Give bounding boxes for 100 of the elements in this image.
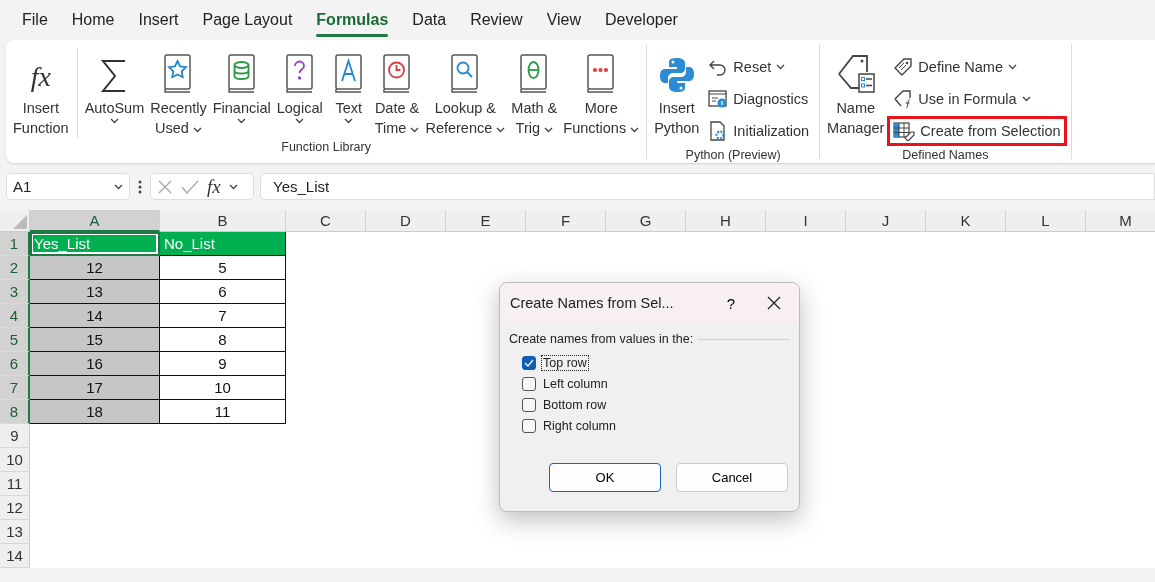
table-cell: No_List	[160, 232, 286, 256]
row-header[interactable]: 10	[0, 448, 30, 472]
column-header[interactable]: G	[606, 210, 686, 232]
table-cell: 15	[30, 328, 160, 352]
checkbox[interactable]	[522, 356, 536, 370]
column-header[interactable]: C	[286, 210, 366, 232]
book-icon	[163, 54, 194, 94]
table-cell: 12	[30, 256, 160, 280]
dropdown-caret-icon	[544, 127, 554, 133]
ribbon-button[interactable]: Initialization	[702, 116, 816, 146]
row-header[interactable]: 13	[0, 520, 30, 544]
ribbon-button[interactable]: Define Name	[887, 52, 1067, 82]
row-header[interactable]: 14	[0, 544, 30, 568]
row-header[interactable]: 5	[0, 328, 30, 352]
ribbon-button[interactable]: Reset	[702, 52, 816, 82]
check-icon[interactable]	[181, 178, 199, 195]
checkbox[interactable]	[522, 419, 536, 433]
ribbon-button[interactable]: Date & Time	[371, 48, 423, 138]
row-header[interactable]: 8	[0, 400, 30, 424]
table-cell: 13	[30, 280, 160, 304]
ribbon-button[interactable]: AutoSum	[81, 48, 148, 138]
ribbon-button[interactable]: Name Manager	[824, 48, 888, 146]
ribbon-button[interactable]: Recently Used	[147, 48, 210, 138]
dropdown-caret-icon	[630, 127, 640, 133]
table-cell: 14	[30, 304, 160, 328]
book-icon	[450, 54, 481, 94]
book-icon	[333, 54, 364, 94]
insert-function-button[interactable]: fx	[207, 175, 221, 198]
column-header[interactable]: B	[160, 210, 286, 232]
column-header[interactable]: A	[30, 210, 160, 232]
python-logo-icon	[657, 56, 696, 94]
row-header[interactable]: 1	[0, 232, 30, 256]
table-cell: 18	[30, 400, 160, 424]
row-header[interactable]: 3	[0, 280, 30, 304]
ribbon-button[interactable]: Diagnostics	[702, 84, 816, 114]
row-header[interactable]: 12	[0, 496, 30, 520]
column-header[interactable]: D	[366, 210, 446, 232]
book-icon	[284, 54, 315, 94]
ribbon-button[interactable]: More Functions	[560, 48, 643, 138]
menu-tab[interactable]: Developer	[593, 0, 690, 40]
dialog-button[interactable]: Cancel	[676, 463, 788, 492]
ribbon-button[interactable]: Insert Python	[651, 48, 703, 146]
column-header[interactable]: J	[846, 210, 926, 232]
menu-tab[interactable]: Formulas	[304, 0, 401, 40]
ribbon-button[interactable]: fx Insert Function	[10, 48, 78, 138]
group-label: Function Library	[280, 139, 372, 156]
ribbon-button[interactable]: Financial	[209, 48, 274, 138]
help-button[interactable]: ?	[713, 287, 749, 319]
table-cell: 11	[160, 400, 286, 424]
name-box[interactable]: A1	[6, 173, 130, 200]
function-fx-icon: fx	[30, 60, 51, 94]
ribbon-button[interactable]: Lookup & Reference	[422, 48, 509, 138]
checkbox-label[interactable]: Bottom row	[542, 398, 608, 412]
column-header[interactable]: L	[1006, 210, 1086, 232]
column-header[interactable]: K	[926, 210, 1006, 232]
table-cell: Yes_List	[30, 232, 160, 256]
menu-tab[interactable]: Review	[458, 0, 535, 40]
row-header[interactable]: 6	[0, 352, 30, 376]
checkbox-label[interactable]: Left column	[542, 377, 609, 391]
corner-triangle-icon	[13, 215, 27, 229]
ribbon-button[interactable]: Create from Selection	[887, 116, 1067, 146]
dropdown-caret-icon	[109, 118, 119, 124]
table-cell: 5	[160, 256, 286, 280]
tag-icon	[893, 57, 914, 77]
menu-tab[interactable]: File	[10, 0, 60, 40]
table-cell: 8	[160, 328, 286, 352]
checkbox[interactable]	[522, 398, 536, 412]
column-header[interactable]: M	[1086, 210, 1155, 232]
row-header[interactable]: 2	[0, 256, 30, 280]
table-cell: 9	[160, 352, 286, 376]
table-cell: 17	[30, 376, 160, 400]
menu-tab[interactable]: Insert	[126, 0, 191, 40]
diagnostics-window-icon	[708, 89, 729, 109]
column-header[interactable]: I	[766, 210, 846, 232]
row-header[interactable]: 7	[0, 376, 30, 400]
menu-tab[interactable]: Home	[59, 0, 127, 40]
menu-tab[interactable]: View	[534, 0, 593, 40]
dropdown-caret-icon	[192, 127, 202, 133]
close-icon	[767, 296, 781, 310]
ribbon-button[interactable]: Use in Formula	[887, 84, 1067, 114]
more-dots-icon	[138, 178, 142, 195]
menu-tab[interactable]: Data	[400, 0, 459, 40]
dialog-button[interactable]: OK	[549, 463, 661, 492]
ribbon-button[interactable]: Text	[325, 48, 372, 138]
ribbon-button[interactable]: Logical	[273, 48, 326, 138]
column-header[interactable]: H	[686, 210, 766, 232]
checkbox-label[interactable]: Right column	[542, 419, 617, 433]
dropdown-caret-icon	[114, 183, 123, 190]
formula-input-field[interactable]: Yes_List	[260, 173, 1155, 200]
checkbox[interactable]	[522, 377, 536, 391]
group-label: Defined Names	[901, 147, 990, 164]
checkbox-label[interactable]: Top row	[542, 356, 588, 370]
menu-tab[interactable]: Page Layout	[190, 0, 305, 40]
column-header[interactable]: E	[446, 210, 526, 232]
row-header[interactable]: 11	[0, 472, 30, 496]
ribbon-button[interactable]: Math & Trig	[508, 48, 561, 138]
row-header[interactable]: 9	[0, 424, 30, 448]
row-header[interactable]: 4	[0, 304, 30, 328]
column-header[interactable]: F	[526, 210, 606, 232]
dialog-title: Create Names from Sel...	[510, 295, 675, 311]
